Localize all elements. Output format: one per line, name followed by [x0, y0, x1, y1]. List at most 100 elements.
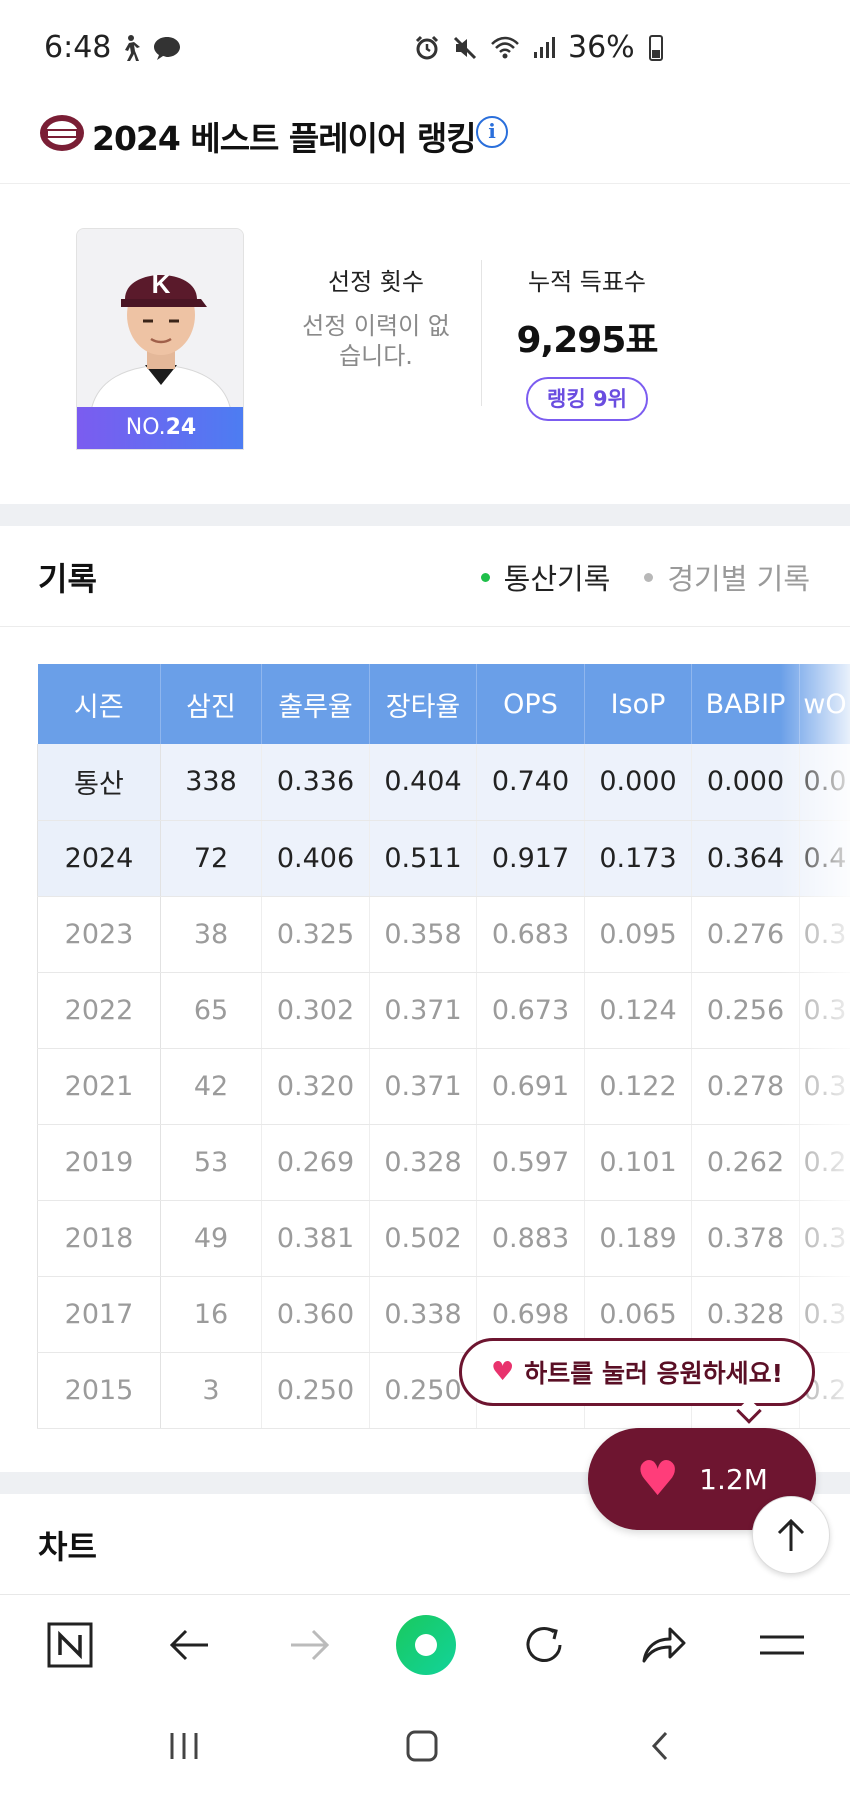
- table-cell: 53: [160, 1124, 262, 1201]
- votes-value: 9,295표: [516, 320, 659, 361]
- naver-home-button[interactable]: [38, 1613, 102, 1677]
- table-cell: 0.502: [369, 1200, 477, 1277]
- table-cell: 0.278: [691, 1048, 800, 1125]
- table-cell: 0.095: [584, 896, 692, 973]
- back-button[interactable]: [158, 1613, 222, 1677]
- stats-table: 시즌 삼진 출루율 장타율 OPS IsoP BABIP wO 통산 338 0…: [37, 664, 850, 1429]
- table-cell: 0.328: [369, 1124, 477, 1201]
- svg-text:K: K: [152, 269, 171, 299]
- column-header[interactable]: wO: [799, 664, 850, 744]
- table-cell: 통산: [37, 744, 161, 821]
- column-header[interactable]: 장타율: [369, 664, 477, 744]
- team-logo: [40, 115, 84, 151]
- records-title: 기록: [38, 560, 97, 598]
- table-row: 통산 338 0.336 0.404 0.740 0.000 0.000 0.0: [37, 744, 850, 821]
- table-cell: 0.683: [476, 896, 585, 973]
- table-header-row: 시즌 삼진 출루율 장타율 OPS IsoP BABIP wO: [37, 664, 850, 744]
- table-cell: 0.360: [261, 1276, 370, 1353]
- player-number: NO.24: [77, 407, 243, 449]
- column-header[interactable]: OPS: [476, 664, 585, 744]
- reload-button[interactable]: [512, 1613, 576, 1677]
- table-cell: 2017: [37, 1276, 161, 1353]
- table-cell: 0.302: [261, 972, 370, 1049]
- table-cell: 0.3: [799, 896, 850, 973]
- info-icon[interactable]: i: [476, 116, 508, 148]
- table-cell: 65: [160, 972, 262, 1049]
- tab-game-records[interactable]: 경기별 기록: [644, 556, 810, 598]
- green-dot-button[interactable]: [394, 1613, 458, 1677]
- table-cell: 0.336: [261, 744, 370, 821]
- forward-button[interactable]: [277, 1613, 341, 1677]
- home-icon: [406, 1730, 438, 1762]
- table-cell: 0.250: [261, 1352, 370, 1429]
- status-left-icons: [118, 34, 182, 62]
- column-header[interactable]: 출루율: [261, 664, 370, 744]
- home-button[interactable]: [392, 1724, 452, 1768]
- table-row: 2022 65 0.302 0.371 0.673 0.124 0.256 0.…: [37, 972, 850, 1049]
- table-cell: 0.101: [584, 1124, 692, 1201]
- cheer-count: 1.2M: [699, 1462, 768, 1496]
- rank-badge[interactable]: 랭킹 9위: [526, 377, 648, 421]
- column-header[interactable]: IsoP: [584, 664, 692, 744]
- table-cell: 0.3: [799, 1276, 850, 1353]
- mute-icon: [453, 36, 477, 59]
- share-icon: [642, 1627, 686, 1663]
- arrow-left-icon: [169, 1629, 208, 1661]
- table-row: 2019 53 0.269 0.328 0.597 0.101 0.262 0.…: [37, 1124, 850, 1201]
- table-cell: 72: [160, 820, 262, 897]
- menu-button[interactable]: [750, 1613, 814, 1677]
- records-divider: [0, 626, 850, 627]
- table-cell: 0.917: [476, 820, 585, 897]
- status-time: 6:48: [44, 30, 112, 65]
- heart-icon: ♥: [490, 1357, 515, 1387]
- selection-count-label: 선정 횟수: [328, 268, 424, 296]
- table-cell: 3: [160, 1352, 262, 1429]
- signal-icon: [534, 36, 555, 58]
- table-row: 2021 42 0.320 0.371 0.691 0.122 0.278 0.…: [37, 1048, 850, 1125]
- table-cell: 0.371: [369, 972, 477, 1049]
- status-bar: 6:48 36%: [0, 0, 850, 100]
- active-dot: [480, 572, 490, 582]
- record-tabs: 통산기록 경기별 기록: [480, 556, 810, 598]
- tab-career-records[interactable]: 통산기록: [480, 556, 610, 598]
- votes-block: 누적 득표수 9,295표 랭킹 9위: [504, 262, 670, 421]
- table-cell: 0.691: [476, 1048, 585, 1125]
- table-cell: 0.406: [261, 820, 370, 897]
- table-cell: 2015: [37, 1352, 161, 1429]
- table-cell: 2023: [37, 896, 161, 973]
- table-cell: 0.3: [799, 1048, 850, 1125]
- column-header[interactable]: 시즌: [37, 664, 161, 744]
- table-cell: 38: [160, 896, 262, 973]
- table-cell: 0.371: [369, 1048, 477, 1125]
- table-cell: 0.262: [691, 1124, 800, 1201]
- player-card: K NO.24: [76, 228, 244, 450]
- cheer-tooltip: ♥ 하트를 눌러 응원하세요!: [459, 1338, 815, 1406]
- scroll-to-top-button[interactable]: [752, 1496, 830, 1574]
- table-cell: 0.0: [799, 744, 850, 821]
- table-cell: 338: [160, 744, 262, 821]
- table-cell: 0.364: [691, 820, 800, 897]
- table-cell: 0.269: [261, 1124, 370, 1201]
- recent-apps-button[interactable]: [154, 1724, 214, 1768]
- column-header[interactable]: BABIP: [691, 664, 800, 744]
- table-cell: 16: [160, 1276, 262, 1353]
- chat-bubble-icon: [154, 37, 180, 60]
- table-row: 2024 72 0.406 0.511 0.917 0.173 0.364 0.…: [37, 820, 850, 897]
- table-cell: 2021: [37, 1048, 161, 1125]
- table-row: 2018 49 0.381 0.502 0.883 0.189 0.378 0.…: [37, 1200, 850, 1277]
- wifi-icon: [491, 36, 519, 58]
- menu-icon: [760, 1635, 804, 1655]
- heart-icon: ♥: [636, 1451, 680, 1507]
- system-back-button[interactable]: [630, 1724, 690, 1768]
- alarm-icon: [415, 35, 439, 59]
- status-right-icons: 36%: [414, 30, 663, 65]
- selection-empty-text: 선정 이력이 없습니다.: [302, 312, 450, 370]
- inactive-dot: [644, 572, 654, 582]
- table-cell: 0.124: [584, 972, 692, 1049]
- table-cell: 0.511: [369, 820, 477, 897]
- stat-divider: [481, 260, 482, 406]
- share-button[interactable]: [632, 1613, 696, 1677]
- column-header[interactable]: 삼진: [160, 664, 262, 744]
- naver-n-icon: [47, 1622, 93, 1668]
- page-title: 2024 베스트 플레이어 랭킹: [92, 119, 477, 158]
